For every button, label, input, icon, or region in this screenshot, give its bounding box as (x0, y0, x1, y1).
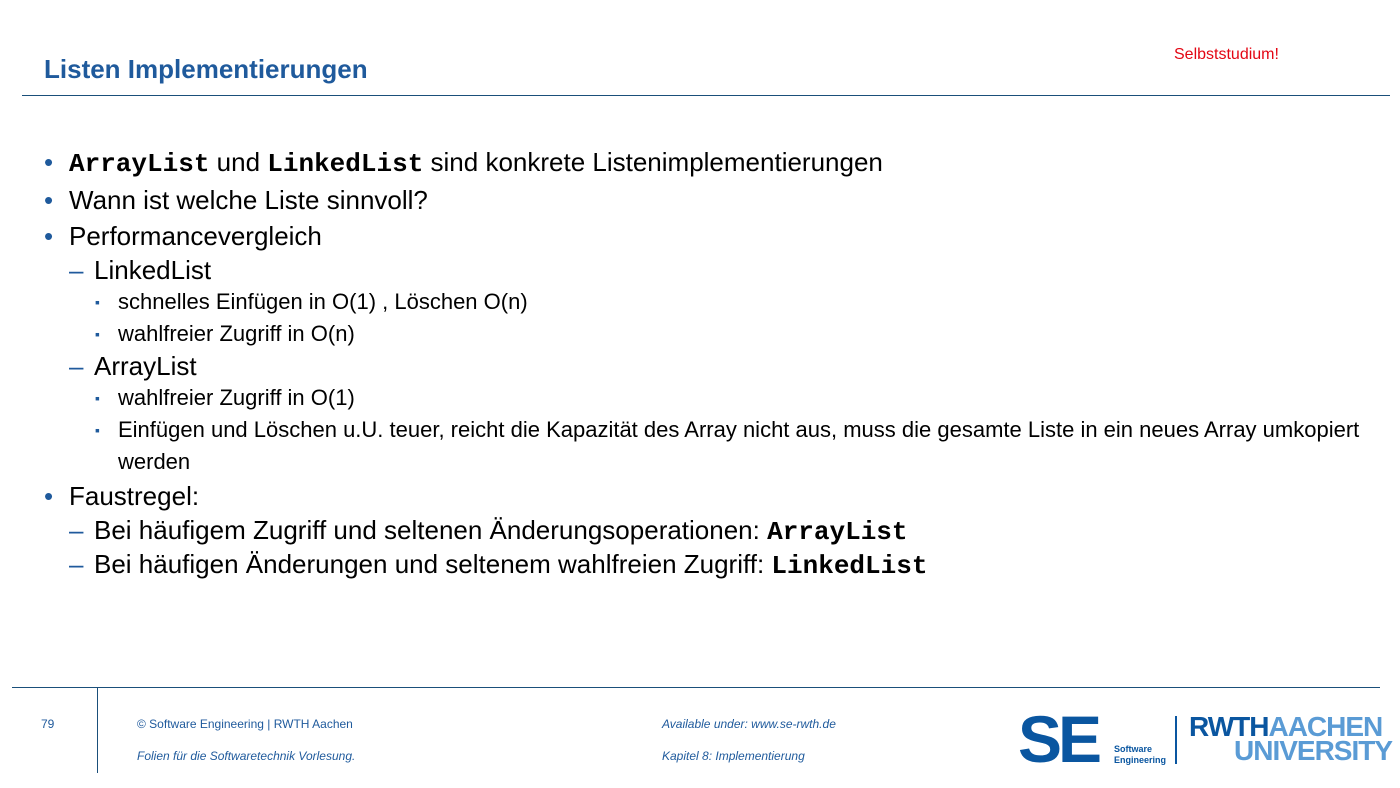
bullet-text: Wann ist welche Liste sinnvoll? (69, 185, 428, 215)
footer-available: Available under: www.se-rwth.de (662, 717, 836, 731)
dash-marker: – (69, 515, 84, 545)
sub-bullet-item: – LinkedList (44, 254, 1364, 286)
bullet-marker: • (44, 185, 54, 215)
sub-bullet-text: ArrayList (94, 351, 197, 381)
dash-marker: – (69, 549, 84, 579)
sub-bullet-text: Bei häufigem Zugriff und seltenen Änderu… (94, 515, 768, 545)
slide-content: • ArrayList und LinkedList sind konkrete… (44, 144, 1364, 582)
detail-item: ▪ schnelles Einfügen in O(1) , Löschen O… (44, 286, 1364, 318)
bullet-item: • Wann ist welche Liste sinnvoll? (44, 182, 1364, 218)
dash-marker: – (69, 255, 84, 285)
sub-bullet-item: – ArrayList (44, 350, 1364, 382)
square-marker: ▪ (95, 294, 100, 310)
bullet-item: • Performancevergleich (44, 218, 1364, 254)
bullet-marker: • (44, 481, 54, 511)
bullet-marker: • (44, 221, 54, 251)
footer-chapter: Kapitel 8: Implementierung (662, 749, 805, 763)
se-logo: SE (1018, 706, 1102, 772)
code-arraylist: ArrayList (767, 517, 908, 547)
sub-bullet-text: LinkedList (94, 255, 212, 285)
bullet-item: • Faustregel: (44, 478, 1364, 514)
code-arraylist: ArrayList (69, 149, 210, 179)
square-marker: ▪ (95, 326, 100, 342)
detail-item: ▪ wahlfreier Zugriff in O(n) (44, 318, 1364, 350)
page-number: 79 (41, 717, 55, 731)
se-logo-e: E (1058, 702, 1102, 776)
sub-bullet-text: Bei häufigen Änderungen und seltenem wah… (94, 549, 772, 579)
detail-item: ▪ wahlfreier Zugriff in O(1) (44, 382, 1364, 414)
footer-vertical-divider (97, 687, 98, 773)
bullet-text: und (209, 147, 268, 177)
self-study-tag: Selbststudium! (1174, 46, 1279, 63)
code-linkedlist: LinkedList (267, 149, 424, 179)
bullet-text: Faustregel: (69, 481, 200, 511)
rwth-logo-university: UNIVERSITY (1234, 735, 1393, 766)
dash-marker: – (69, 351, 84, 381)
square-marker: ▪ (95, 390, 100, 406)
bullet-item: • ArrayList und LinkedList sind konkrete… (44, 144, 1364, 182)
page-title: Listen Implementierungen (44, 54, 368, 84)
detail-item: ▪ Einfügen und Löschen u.U. teuer, reich… (44, 414, 1364, 478)
sub-bullet-item: – Bei häufigen Änderungen und seltenem w… (44, 548, 1364, 582)
logo-divider (1175, 716, 1177, 764)
detail-text: schnelles Einfügen in O(1) , Löschen O(n… (118, 289, 528, 314)
sub-bullet-item: – Bei häufigem Zugriff und seltenen Ände… (44, 514, 1364, 548)
se-logo-s: S (1018, 702, 1062, 776)
se-logo-sub-engineering: Engineering (1114, 755, 1167, 765)
bullet-marker: • (44, 147, 54, 177)
footer-divider (12, 687, 1380, 688)
detail-text: Einfügen und Löschen u.U. teuer, reicht … (118, 417, 1360, 474)
code-linkedlist: LinkedList (771, 551, 928, 581)
detail-text: wahlfreier Zugriff in O(n) (118, 321, 355, 346)
bullet-text: sind konkrete Listenimplementierungen (423, 147, 883, 177)
square-marker: ▪ (95, 422, 100, 438)
detail-text: wahlfreier Zugriff in O(1) (118, 385, 355, 410)
header-divider (22, 95, 1390, 96)
se-logo-subtitle: Software Engineering (1114, 744, 1166, 766)
footer-copyright: © Software Engineering | RWTH Aachen (137, 717, 353, 731)
footer-course: Folien für die Softwaretechnik Vorlesung… (137, 749, 356, 763)
se-logo-sub-software: Software (1114, 744, 1153, 754)
bullet-text: Performancevergleich (69, 221, 322, 251)
